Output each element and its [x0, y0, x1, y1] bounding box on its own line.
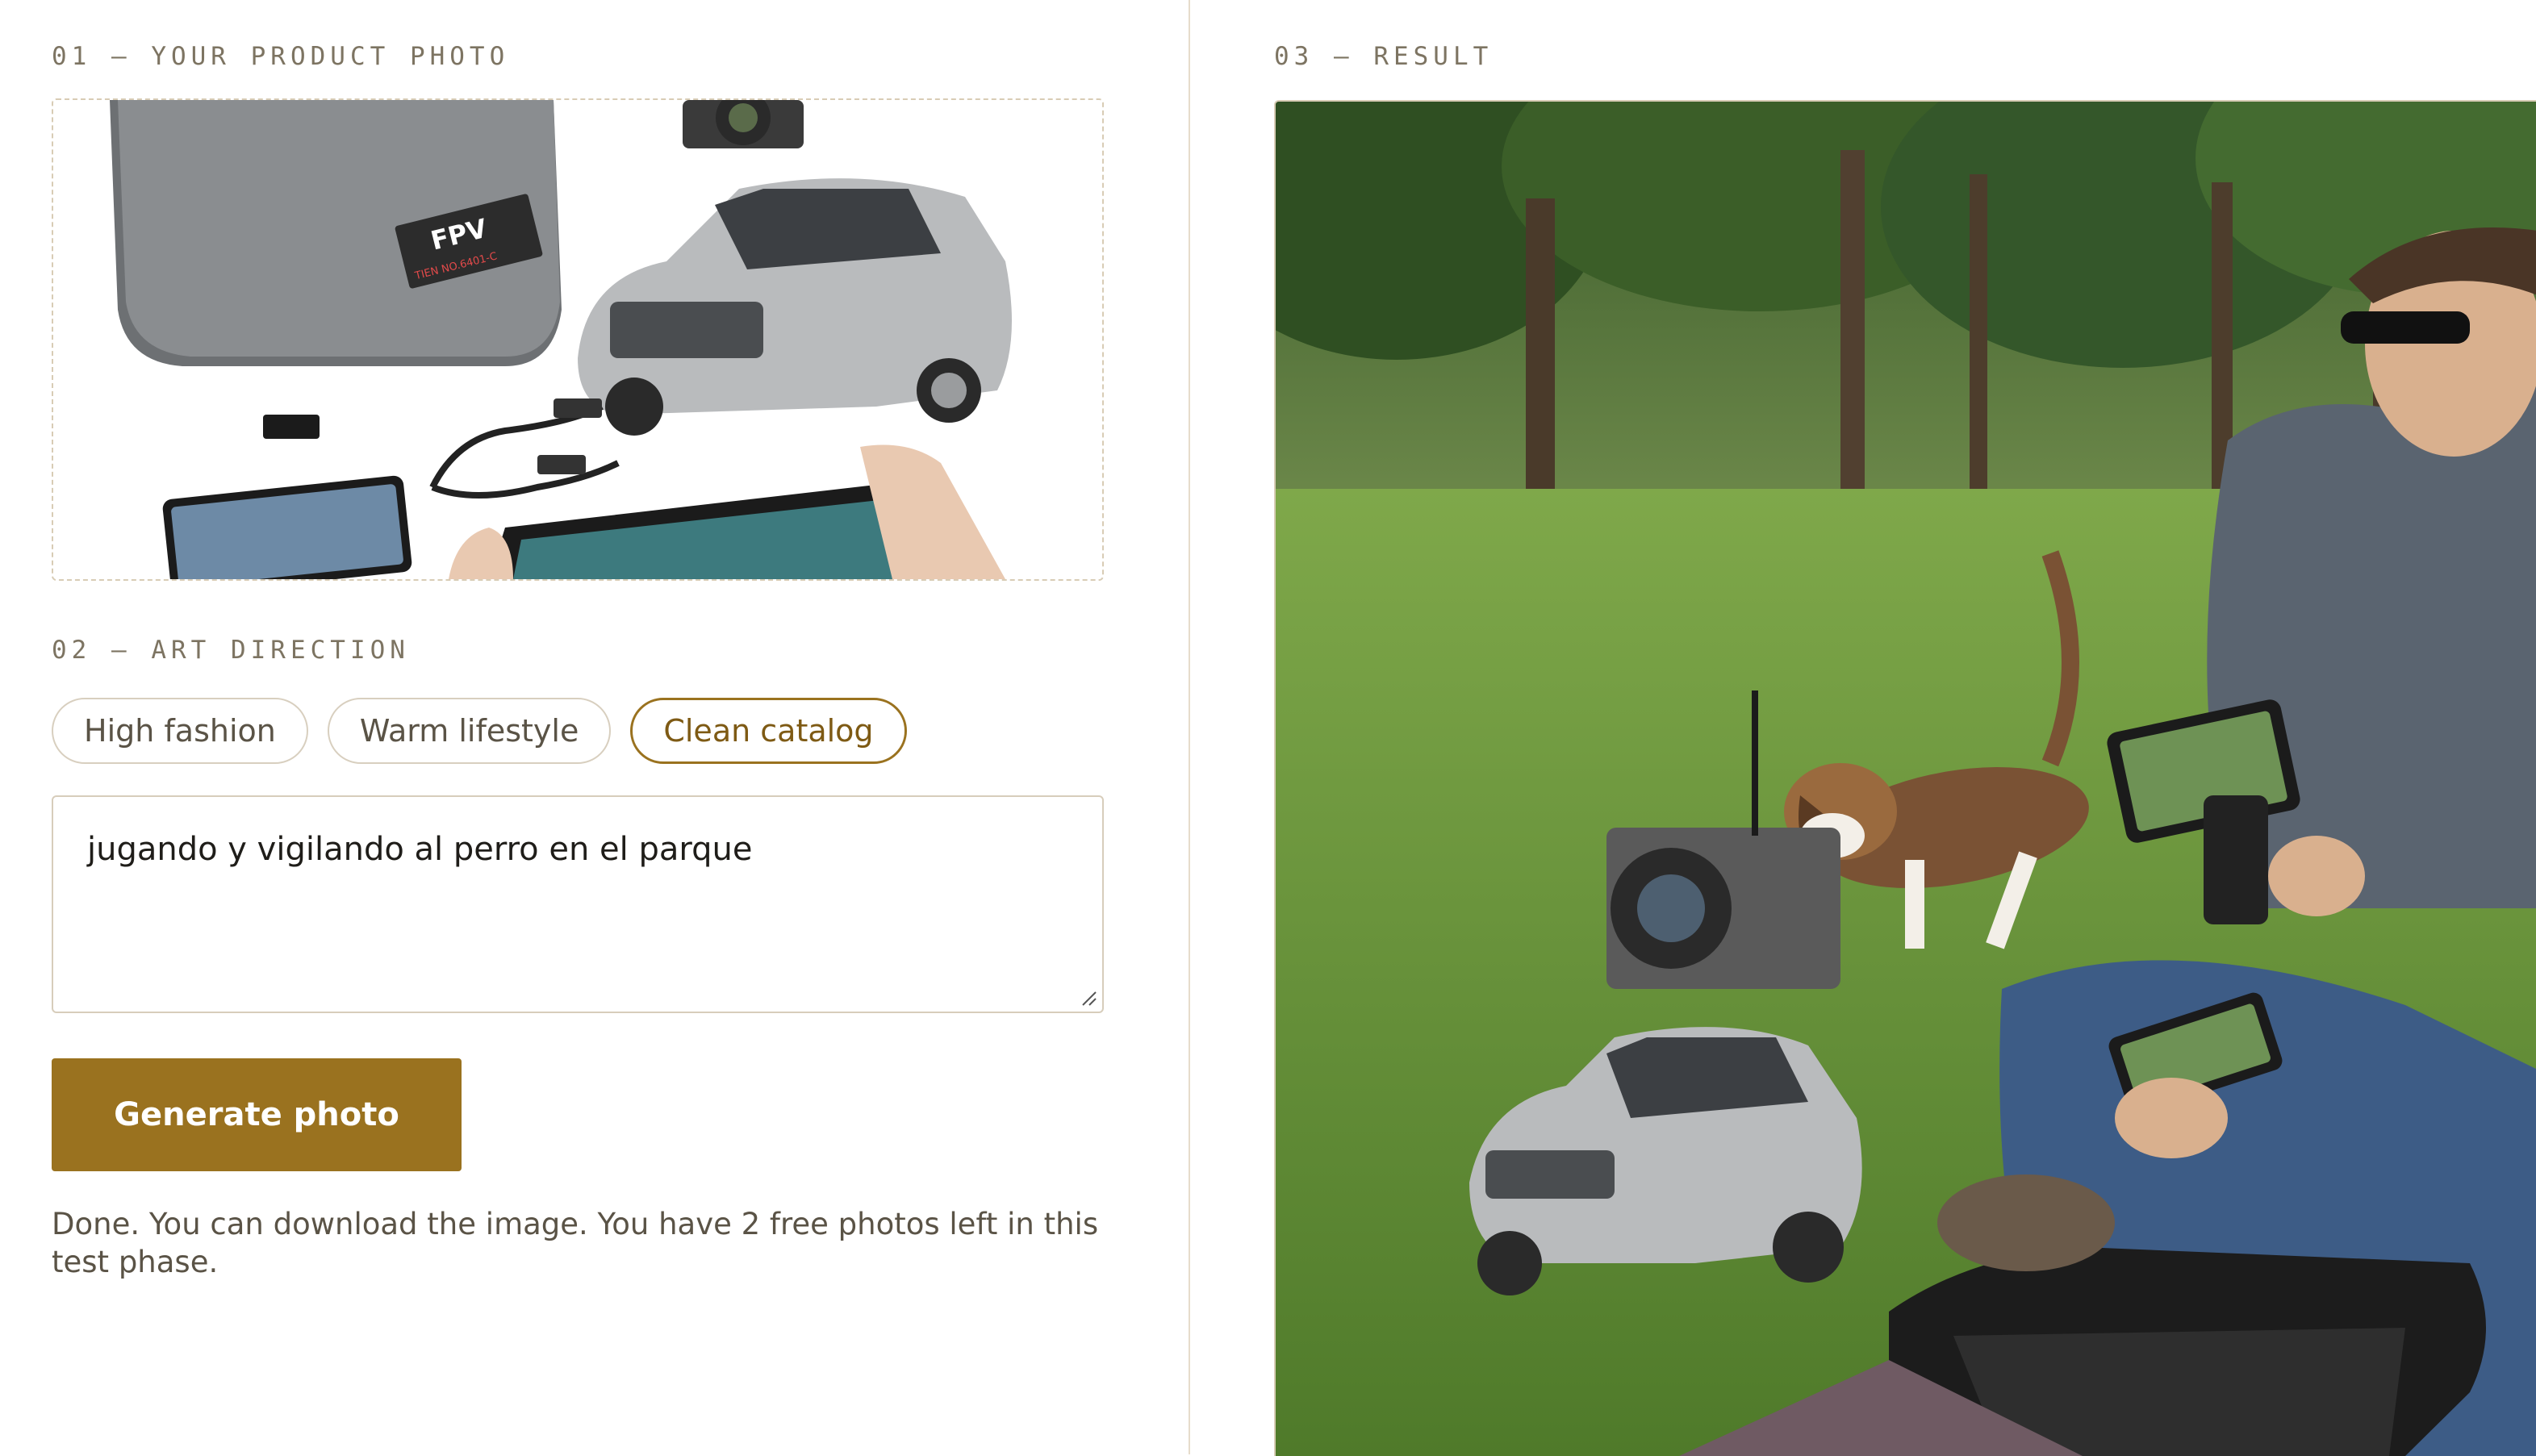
prompt-text: jugando y vigilando al perro en el parqu…: [87, 831, 753, 868]
prompt-textarea[interactable]: jugando y vigilando al perro en el parqu…: [52, 795, 1104, 1013]
style-option-warm-lifestyle[interactable]: Warm lifestyle: [327, 698, 612, 764]
result-image[interactable]: [1274, 100, 2536, 1456]
column-divider: [1189, 0, 1190, 1454]
generated-photo: [1276, 102, 2536, 1456]
generate-photo-button[interactable]: Generate photo: [52, 1058, 462, 1171]
style-option-high-fashion[interactable]: High fashion: [52, 698, 308, 764]
product-photo: FPV TIEN NO.6401-C: [53, 100, 1102, 579]
art-direction-options: High fashion Warm lifestyle Clean catalo…: [52, 698, 907, 767]
result-step-label: 03 — RESULT: [1274, 42, 1494, 71]
style-option-clean-catalog[interactable]: Clean catalog: [630, 698, 907, 764]
product-photo-upload[interactable]: FPV TIEN NO.6401-C: [52, 98, 1104, 581]
left-panel: 01 — YOUR PRODUCT PHOTO FPV TIEN NO.6401…: [0, 0, 1189, 1454]
art-direction-step-label: 02 — ART DIRECTION: [52, 636, 410, 665]
status-message: Done. You can download the image. You ha…: [52, 1207, 1099, 1279]
upload-step-label: 01 — YOUR PRODUCT PHOTO: [52, 42, 510, 71]
resize-grip-icon[interactable]: [1078, 987, 1097, 1007]
